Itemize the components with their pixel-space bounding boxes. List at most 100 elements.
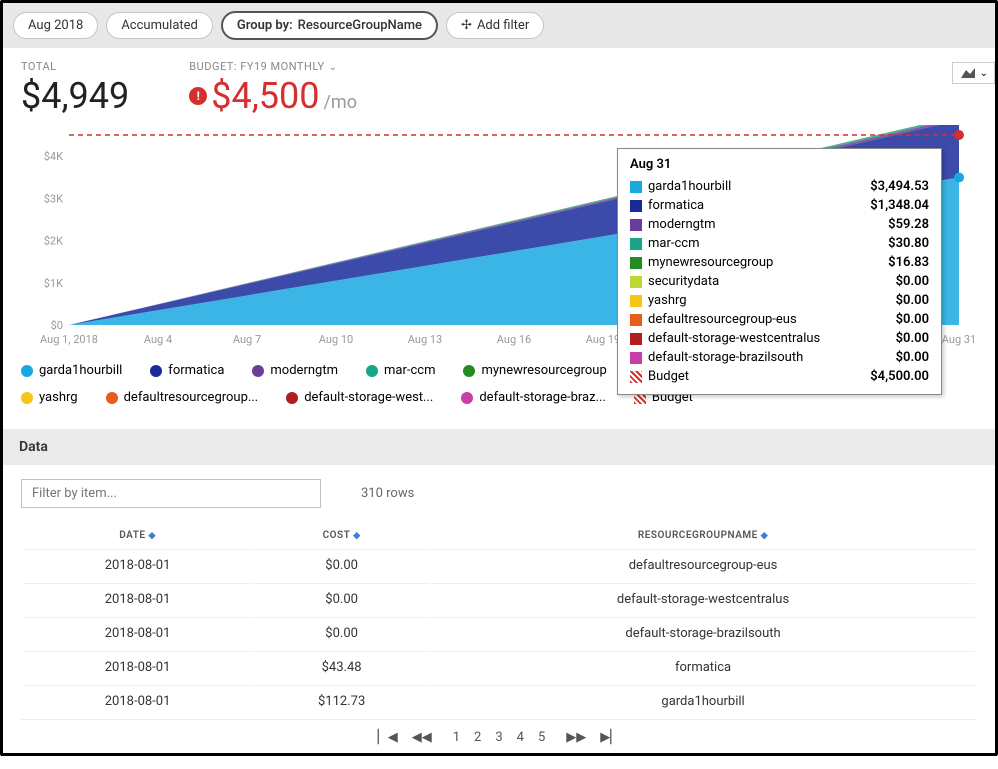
pager-page[interactable]: 4 <box>517 730 524 745</box>
svg-text:$1K: $1K <box>44 277 63 290</box>
total-label: TOTAL <box>21 60 129 73</box>
endpoint-dot <box>954 172 964 182</box>
filter-icon: ✢ <box>461 18 472 33</box>
tooltip-label: garda1hourbill <box>648 179 731 194</box>
column-header[interactable]: DATE◆ <box>23 524 252 547</box>
tooltip-label: mynewresourcegroup <box>648 255 773 270</box>
series-swatch-icon <box>630 276 642 288</box>
cell-cost: $43.48 <box>254 651 429 683</box>
legend-item[interactable]: defaultresourcegroup... <box>106 390 259 405</box>
legend-label: default-storage-west... <box>304 390 433 405</box>
series-swatch-icon <box>21 392 33 404</box>
pager-last[interactable]: ▶▏ <box>600 730 620 745</box>
pager-next-fast[interactable]: ▶▶ <box>566 730 586 745</box>
data-section-header: Data <box>3 429 995 465</box>
tooltip-row: mynewresourcegroup $16.83 <box>630 253 929 272</box>
legend-item[interactable]: formatica <box>150 363 224 378</box>
table-row[interactable]: 2018-08-01$0.00defaultresourcegroup-eus <box>23 549 975 581</box>
table-row[interactable]: 2018-08-01$112.73garda1hourbill <box>23 685 975 717</box>
budget-suffix: /mo <box>324 92 357 113</box>
add-filter-pill[interactable]: ✢ Add filter <box>446 12 544 39</box>
budget-metric: BUDGET: FY19 MONTHLY ⌄ ! $4,500 /mo <box>189 60 357 117</box>
series-swatch-icon <box>630 181 642 193</box>
cell-rg: default-storage-brazilsouth <box>431 617 975 649</box>
toolbar: Aug 2018 Accumulated Group by: ResourceG… <box>3 3 995 48</box>
budget-label-row[interactable]: BUDGET: FY19 MONTHLY ⌄ <box>189 60 357 75</box>
pager-page[interactable]: 5 <box>538 730 545 745</box>
svg-text:Aug 16: Aug 16 <box>497 333 531 346</box>
tooltip-value: $0.00 <box>896 274 929 289</box>
sort-icon: ◆ <box>353 531 360 541</box>
tooltip-row: yashrg $0.00 <box>630 291 929 310</box>
chart-type-button[interactable]: ⌄ <box>952 62 995 84</box>
legend-item[interactable]: mar-ccm <box>366 363 435 378</box>
legend-item[interactable]: default-storage-braz... <box>461 390 606 405</box>
svg-text:Aug 19: Aug 19 <box>586 333 620 346</box>
tooltip-label: default-storage-brazilsouth <box>648 350 803 365</box>
tooltip-value: $0.00 <box>896 312 929 327</box>
cell-cost: $0.00 <box>254 549 429 581</box>
pager-page[interactable]: 2 <box>474 730 481 745</box>
table-header-row: DATE◆COST◆RESOURCEGROUPNAME◆ <box>23 524 975 547</box>
tooltip-date: Aug 31 <box>630 157 929 172</box>
legend-item[interactable]: yashrg <box>21 390 78 405</box>
tooltip-row: formatica$1,348.04 <box>630 196 929 215</box>
date-pill[interactable]: Aug 2018 <box>13 12 98 39</box>
legend-item[interactable]: moderngtm <box>252 363 338 378</box>
svg-text:Aug 13: Aug 13 <box>408 333 442 346</box>
svg-text:Aug 4: Aug 4 <box>144 333 172 346</box>
svg-text:$2K: $2K <box>44 235 63 248</box>
tooltip-label: securitydata <box>648 274 719 289</box>
chart-tooltip: Aug 31 garda1hourbill $3,494.53 formatica$… <box>617 148 942 395</box>
data-table: DATE◆COST◆RESOURCEGROUPNAME◆ 2018-08-01$… <box>21 522 977 719</box>
tooltip-label: yashrg <box>648 293 687 308</box>
pager-prev-fast[interactable]: ◀◀ <box>412 730 432 745</box>
tooltip-label: moderngtm <box>648 217 716 232</box>
column-header[interactable]: RESOURCEGROUPNAME◆ <box>431 524 975 547</box>
svg-text:$4K: $4K <box>44 150 63 163</box>
series-swatch-icon <box>286 392 298 404</box>
tooltip-value: $3,494.53 <box>870 179 929 194</box>
legend-label: yashrg <box>39 390 78 405</box>
budget-row: ! $4,500 /mo <box>189 75 357 117</box>
series-swatch-icon <box>106 392 118 404</box>
tooltip-value: $16.83 <box>888 255 929 270</box>
pager-page[interactable]: 1 <box>453 730 460 745</box>
cell-rg: defaultresourcegroup-eus <box>431 549 975 581</box>
legend-item[interactable]: mynewresourcegroup <box>463 363 606 378</box>
table-row[interactable]: 2018-08-01$0.00default-storage-brazilsou… <box>23 617 975 649</box>
legend-item[interactable]: default-storage-west... <box>286 390 433 405</box>
alert-icon: ! <box>189 87 207 105</box>
budget-label: BUDGET: FY19 MONTHLY <box>189 60 324 73</box>
area-chart-icon <box>959 66 977 80</box>
sort-icon: ◆ <box>761 531 768 541</box>
mode-pill[interactable]: Accumulated <box>106 12 213 39</box>
table-row[interactable]: 2018-08-01$0.00default-storage-westcentr… <box>23 583 975 615</box>
add-filter-label: Add filter <box>477 18 529 33</box>
svg-text:Aug 7: Aug 7 <box>233 333 261 346</box>
total-value: $4,949 <box>21 75 129 117</box>
filter-input[interactable] <box>21 479 321 508</box>
pager-first[interactable]: ▏◀ <box>378 730 398 745</box>
table-row[interactable]: 2018-08-01$43.48formatica <box>23 651 975 683</box>
tooltip-value: $1,348.04 <box>870 198 929 213</box>
series-swatch-icon <box>21 365 33 377</box>
series-swatch-icon <box>630 257 642 269</box>
group-pill[interactable]: Group by: ResourceGroupName <box>221 11 438 40</box>
pager-page[interactable]: 3 <box>495 730 502 745</box>
legend-label: mynewresourcegroup <box>481 363 606 378</box>
legend-label: moderngtm <box>270 363 338 378</box>
tooltip-row: default-storage-brazilsouth$0.00 <box>630 348 929 367</box>
cell-date: 2018-08-01 <box>23 549 252 581</box>
tooltip-row: Budget$4,500.00 <box>630 367 929 386</box>
legend-item[interactable]: garda1hourbill <box>21 363 122 378</box>
tooltip-value: $59.28 <box>888 217 929 232</box>
tooltip-value: $0.00 <box>896 293 929 308</box>
series-swatch-icon <box>630 295 642 307</box>
cell-date: 2018-08-01 <box>23 651 252 683</box>
column-header[interactable]: COST◆ <box>254 524 429 547</box>
chevron-down-icon: ⌄ <box>329 62 337 73</box>
budget-endpoint-dot <box>954 130 964 140</box>
tooltip-label: Budget <box>648 369 689 384</box>
legend-label: defaultresourcegroup... <box>124 390 259 405</box>
